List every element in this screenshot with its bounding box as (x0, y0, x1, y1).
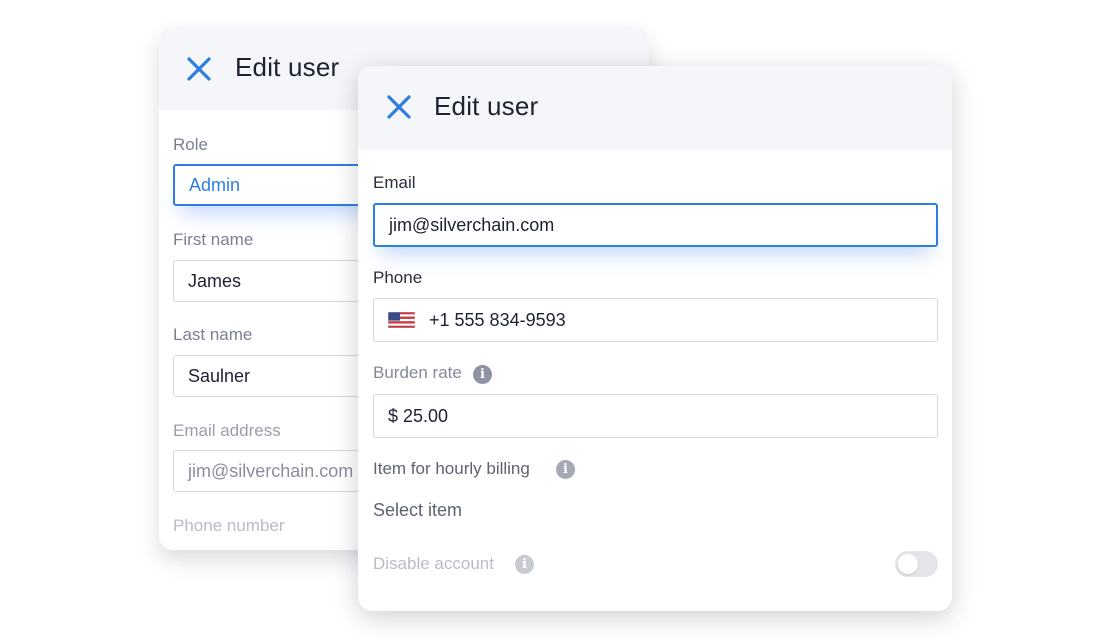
us-flag-icon[interactable] (388, 312, 415, 328)
close-icon[interactable] (385, 93, 413, 121)
phone-label: Phone (373, 268, 423, 287)
phone-input[interactable]: +1 555 834-9593 (373, 298, 938, 342)
stage: Edit user Role Admin First name James La… (0, 0, 1110, 636)
email-address-label: Email address (173, 421, 281, 440)
hourly-billing-select[interactable]: Select item (373, 500, 462, 521)
phone-number-label: Phone number (173, 516, 285, 535)
disable-account-label: Disable account (373, 554, 494, 573)
edit-user-dialog-front: Edit user Email jim@silverchain.com Phon… (358, 66, 952, 611)
burden-rate-label: Burden rate (373, 363, 462, 382)
role-label: Role (173, 135, 208, 154)
disable-account-toggle[interactable] (895, 551, 938, 577)
first-name-label: First name (173, 230, 254, 249)
dialog-title: Edit user (434, 91, 539, 121)
toggle-knob (898, 554, 918, 574)
info-icon[interactable]: i (515, 555, 534, 574)
info-icon[interactable]: i (556, 460, 575, 479)
phone-value: +1 555 834-9593 (429, 309, 566, 330)
email-label: Email (373, 173, 416, 192)
info-icon[interactable]: i (473, 365, 492, 384)
email-input[interactable]: jim@silverchain.com (373, 203, 938, 247)
last-name-label: Last name (173, 325, 253, 344)
dialog-header: Edit user (358, 66, 952, 149)
dialog-title: Edit user (235, 52, 340, 82)
hourly-billing-label: Item for hourly billing (373, 459, 530, 478)
close-icon[interactable] (185, 55, 213, 83)
burden-rate-input[interactable]: $ 25.00 (373, 394, 938, 438)
